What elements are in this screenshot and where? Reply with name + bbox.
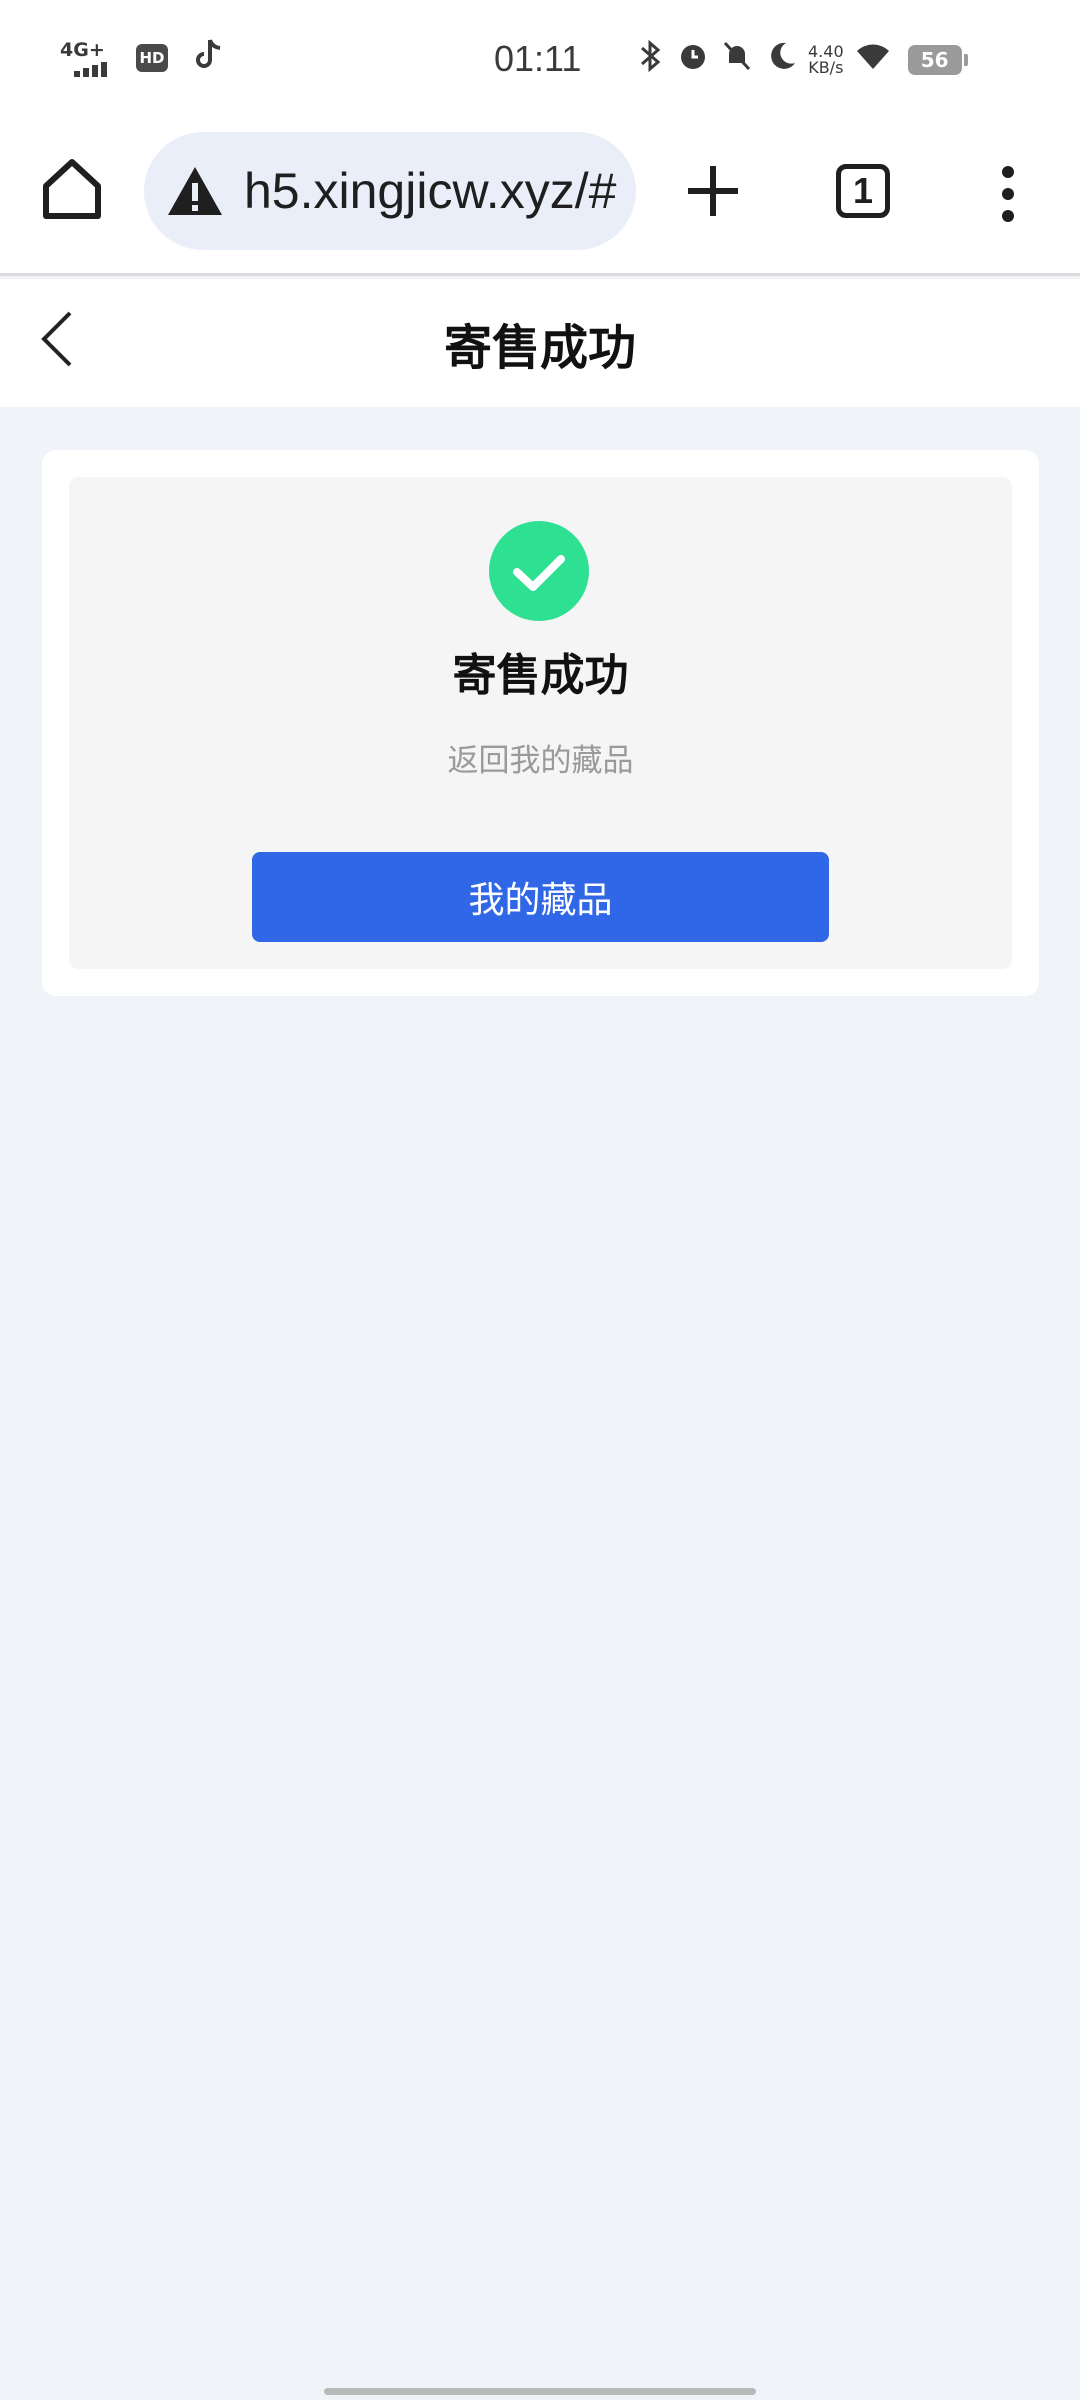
warning-icon xyxy=(168,167,222,215)
my-collection-button[interactable]: 我的藏品 xyxy=(252,852,829,942)
status-bar: 4G+ HD 01:11 4.40 KB/s 56 xyxy=(0,0,1080,124)
speed-unit: KB/s xyxy=(808,58,844,77)
page-header: 寄售成功 xyxy=(0,279,1080,407)
plus-icon xyxy=(688,166,738,216)
status-left: 4G+ HD xyxy=(60,38,224,78)
hd-badge: HD xyxy=(136,44,168,72)
signal-icon: 4G+ xyxy=(60,39,110,77)
more-vertical-icon xyxy=(1002,166,1014,222)
tiktok-icon xyxy=(194,38,224,78)
success-title: 寄售成功 xyxy=(452,650,629,701)
new-tab-button[interactable] xyxy=(684,162,742,220)
clock: 01:11 xyxy=(494,38,582,79)
url-text: h5.xingjicw.xyz/# xyxy=(244,163,617,219)
alarm-icon xyxy=(676,39,710,81)
status-right: 4.40 KB/s 56 xyxy=(636,38,968,82)
mute-bell-icon xyxy=(720,39,754,81)
network-type: 4G+ xyxy=(60,39,105,61)
result-card: 寄售成功 返回我的藏品 我的藏品 xyxy=(42,450,1039,996)
network-speed: 4.40 KB/s xyxy=(808,44,844,76)
more-menu-button[interactable] xyxy=(996,164,1020,224)
moon-icon xyxy=(764,39,798,81)
wifi-icon xyxy=(854,39,892,81)
home-indicator[interactable] xyxy=(324,2388,756,2395)
page-title: 寄售成功 xyxy=(443,320,636,376)
home-button[interactable] xyxy=(40,154,104,224)
chevron-left-icon xyxy=(41,311,72,367)
tab-switcher-button[interactable]: 1 xyxy=(836,164,890,218)
bluetooth-icon xyxy=(636,38,666,82)
battery-indicator: 56 xyxy=(907,45,968,75)
back-button[interactable] xyxy=(36,307,80,371)
address-bar[interactable]: h5.xingjicw.xyz/# xyxy=(144,132,636,250)
browser-toolbar: h5.xingjicw.xyz/# 1 xyxy=(0,124,1080,276)
result-panel: 寄售成功 返回我的藏品 我的藏品 xyxy=(69,477,1012,969)
home-icon xyxy=(43,159,101,219)
success-check-icon xyxy=(489,521,589,621)
success-subtitle: 返回我的藏品 xyxy=(447,743,634,779)
